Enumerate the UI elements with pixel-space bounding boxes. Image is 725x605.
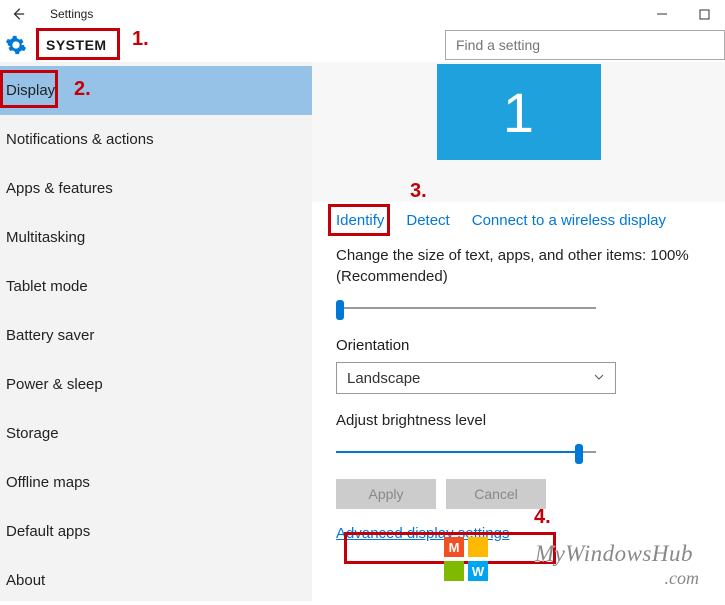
sidebar-item-label: Apps & features [6,180,113,197]
sidebar-item-notifications[interactable]: Notifications & actions [0,115,312,164]
scale-slider[interactable] [336,297,596,321]
sidebar-item-label: Tablet mode [6,278,88,295]
monitor-preview-area: 1 [312,62,725,202]
detect-link[interactable]: Detect [406,212,449,229]
window-title: Settings [50,7,93,21]
header: SYSTEM [0,28,725,62]
advanced-display-settings-link[interactable]: Advanced display settings [336,525,509,542]
sidebar-item-label: Offline maps [6,474,90,491]
window-controls [641,0,725,28]
sidebar-item-battery-saver[interactable]: Battery saver [0,311,312,360]
back-button[interactable] [6,2,30,26]
gear-icon [5,34,27,56]
button-label: Apply [368,486,403,502]
section-title: SYSTEM [38,33,115,57]
content: 1 Identify Detect Connect to a wireless … [312,62,725,601]
sidebar-item-label: Power & sleep [6,376,103,393]
button-label: Cancel [474,486,518,502]
monitor-number: 1 [503,80,534,145]
search-container [445,30,725,60]
button-row: Apply Cancel [336,479,701,509]
maximize-icon [699,9,710,20]
sidebar-item-apps-features[interactable]: Apps & features [0,164,312,213]
sidebar-item-label: Display [6,82,55,99]
apply-button[interactable]: Apply [336,479,436,509]
slider-track [336,307,596,309]
sidebar-item-multitasking[interactable]: Multitasking [0,213,312,262]
orientation-value: Landscape [347,370,420,387]
sidebar-item-label: Storage [6,425,59,442]
sidebar: Display Notifications & actions Apps & f… [0,62,312,601]
minimize-icon [656,8,668,20]
minimize-button[interactable] [641,0,683,28]
sidebar-item-default-apps[interactable]: Default apps [0,507,312,556]
sidebar-item-label: About [6,572,45,589]
maximize-button[interactable] [683,0,725,28]
sidebar-item-label: Notifications & actions [6,131,154,148]
chevron-down-icon [593,370,605,387]
slider-thumb[interactable] [336,300,344,320]
sidebar-item-label: Multitasking [6,229,85,246]
slider-fill [336,451,583,453]
sidebar-item-tablet-mode[interactable]: Tablet mode [0,262,312,311]
sidebar-item-display[interactable]: Display [0,66,312,115]
monitor-preview[interactable]: 1 [437,64,601,160]
cancel-button[interactable]: Cancel [446,479,546,509]
identify-link[interactable]: Identify [336,212,384,229]
titlebar: Settings [0,0,725,28]
brightness-slider[interactable] [336,441,596,465]
sidebar-item-label: Default apps [6,523,90,540]
sidebar-item-offline-maps[interactable]: Offline maps [0,458,312,507]
main: Display Notifications & actions Apps & f… [0,62,725,601]
display-link-row: Identify Detect Connect to a wireless di… [336,212,701,229]
wireless-display-link[interactable]: Connect to a wireless display [472,212,666,229]
search-input[interactable] [445,30,725,60]
back-arrow-icon [11,7,25,21]
sidebar-item-power-sleep[interactable]: Power & sleep [0,360,312,409]
settings-gear-icon[interactable] [2,31,30,59]
brightness-label: Adjust brightness level [336,410,701,431]
slider-thumb[interactable] [575,444,583,464]
sidebar-item-label: Battery saver [6,327,94,344]
scale-label: Change the size of text, apps, and other… [336,245,701,287]
orientation-select[interactable]: Landscape [336,362,616,394]
sidebar-item-about[interactable]: About [0,556,312,605]
orientation-label: Orientation [336,337,701,354]
sidebar-item-storage[interactable]: Storage [0,409,312,458]
